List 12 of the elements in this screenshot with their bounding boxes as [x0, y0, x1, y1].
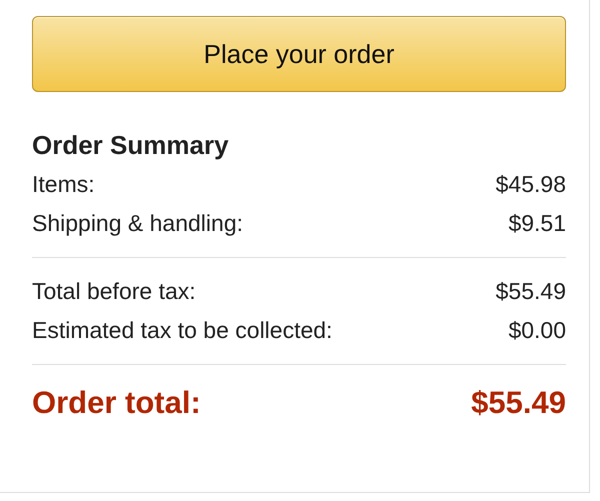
total-label: Order total: — [32, 385, 201, 421]
total-value: $55.49 — [471, 385, 566, 421]
row-value: $55.49 — [496, 278, 566, 305]
row-value: $45.98 — [496, 171, 566, 198]
summary-title: Order Summary — [32, 130, 230, 161]
row-label: Total before tax: — [32, 278, 196, 305]
place-order-button[interactable]: Place your order — [32, 16, 566, 92]
row-value: $0.00 — [508, 317, 566, 344]
row-label: Items: — [32, 171, 95, 198]
row-label: Estimated tax to be collected: — [32, 317, 332, 344]
row-value: $9.51 — [508, 210, 566, 237]
row-label: Shipping & handling: — [32, 210, 243, 237]
